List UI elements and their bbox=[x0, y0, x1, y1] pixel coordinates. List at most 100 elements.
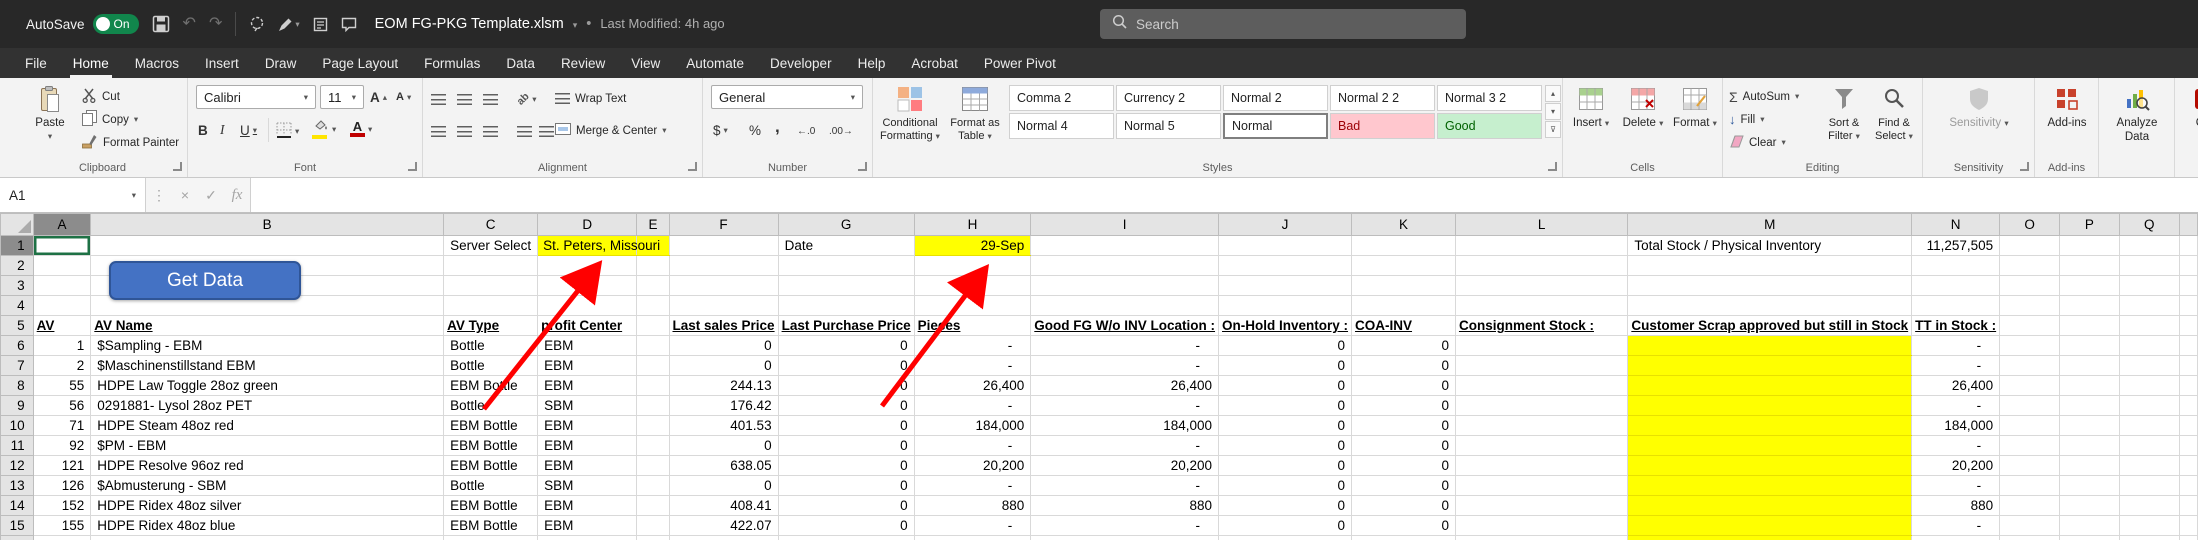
cell-P14[interactable] bbox=[2060, 496, 2120, 516]
row-header-9[interactable]: 9 bbox=[1, 396, 34, 416]
cell-L1[interactable] bbox=[1455, 236, 1627, 256]
cell-F15[interactable]: 422.07 bbox=[669, 516, 778, 536]
fill-color-button[interactable]: ▾ bbox=[312, 118, 336, 140]
cell-E6[interactable] bbox=[637, 336, 669, 356]
cell-K14[interactable]: 0 bbox=[1352, 496, 1456, 516]
cell-J3[interactable] bbox=[1219, 276, 1352, 296]
search-input[interactable] bbox=[1136, 17, 1454, 32]
cell-I9[interactable]: - bbox=[1031, 396, 1219, 416]
cell-O5[interactable] bbox=[2000, 316, 2060, 336]
cell-N16[interactable] bbox=[1912, 536, 2000, 540]
style-currency-2[interactable]: Currency 2 bbox=[1116, 85, 1221, 111]
row-header-2[interactable]: 2 bbox=[1, 256, 34, 276]
cell-K4[interactable] bbox=[1352, 296, 1456, 316]
cell-H6[interactable]: - bbox=[914, 336, 1031, 356]
cell-R6[interactable] bbox=[2179, 336, 2197, 356]
cell-I8[interactable]: 26,400 bbox=[1031, 376, 1219, 396]
cell-E7[interactable] bbox=[637, 356, 669, 376]
delete-cells-button[interactable]: Delete ▾ bbox=[1619, 84, 1667, 131]
cell-C5[interactable]: AV Type bbox=[444, 316, 538, 336]
cell-L3[interactable] bbox=[1455, 276, 1627, 296]
cell-G14[interactable]: 0 bbox=[778, 496, 914, 516]
confirm-entry-icon[interactable]: ✓ bbox=[198, 178, 224, 212]
cell-K16[interactable] bbox=[1352, 536, 1456, 540]
cell-O3[interactable] bbox=[2000, 276, 2060, 296]
cell-N5[interactable]: TT in Stock : bbox=[1912, 316, 2000, 336]
menu-tab-developer[interactable]: Developer bbox=[757, 48, 845, 78]
cell-B11[interactable]: $PM - EBM bbox=[91, 436, 444, 456]
cell-J4[interactable] bbox=[1219, 296, 1352, 316]
cell-Q1[interactable] bbox=[2119, 236, 2179, 256]
select-all-button[interactable] bbox=[1, 214, 34, 236]
cell-O11[interactable] bbox=[2000, 436, 2060, 456]
cell-N9[interactable]: - bbox=[1912, 396, 2000, 416]
column-header-l[interactable]: L bbox=[1455, 214, 1627, 236]
column-header-k[interactable]: K bbox=[1352, 214, 1456, 236]
cell-I14[interactable]: 880 bbox=[1031, 496, 1219, 516]
cell-J7[interactable]: 0 bbox=[1219, 356, 1352, 376]
cell-Q4[interactable] bbox=[2119, 296, 2179, 316]
row-header-5[interactable]: 5 bbox=[1, 316, 34, 336]
cell-I2[interactable] bbox=[1031, 256, 1219, 276]
cell-K3[interactable] bbox=[1352, 276, 1456, 296]
cell-K6[interactable]: 0 bbox=[1352, 336, 1456, 356]
cell-O14[interactable] bbox=[2000, 496, 2060, 516]
column-header-p[interactable]: P bbox=[2060, 214, 2120, 236]
cell-O16[interactable] bbox=[2000, 536, 2060, 540]
column-header-q[interactable]: Q bbox=[2119, 214, 2179, 236]
cell-M11[interactable] bbox=[1628, 436, 1912, 456]
cell-M12[interactable] bbox=[1628, 456, 1912, 476]
row-header-16[interactable]: 16 bbox=[1, 536, 34, 540]
cell-N11[interactable]: - bbox=[1912, 436, 2000, 456]
cell-L10[interactable] bbox=[1455, 416, 1627, 436]
get-data-button[interactable]: Get Data bbox=[109, 261, 301, 300]
cell-K2[interactable] bbox=[1352, 256, 1456, 276]
align-top-icon[interactable] bbox=[431, 88, 446, 110]
cell-J1[interactable] bbox=[1219, 236, 1352, 256]
font-color-button[interactable]: A▾ bbox=[350, 118, 372, 140]
cell-I5[interactable]: Good FG W/o INV Location : bbox=[1031, 316, 1219, 336]
cell-G13[interactable]: 0 bbox=[778, 476, 914, 496]
cell-F2[interactable] bbox=[669, 256, 778, 276]
format-as-table-button[interactable]: Format as Table ▾ bbox=[945, 84, 1005, 143]
find-select-button[interactable]: Find & Select ▾ bbox=[1871, 84, 1917, 143]
currency-format-button[interactable]: $▾ bbox=[713, 119, 728, 141]
cell-L8[interactable] bbox=[1455, 376, 1627, 396]
wrap-text-button[interactable]: Wrap Text bbox=[555, 88, 626, 109]
cell-N6[interactable]: - bbox=[1912, 336, 2000, 356]
cell-E12[interactable] bbox=[637, 456, 669, 476]
menu-tab-help[interactable]: Help bbox=[845, 48, 899, 78]
cell-Q6[interactable] bbox=[2119, 336, 2179, 356]
cell-H11[interactable]: - bbox=[914, 436, 1031, 456]
align-middle-icon[interactable] bbox=[457, 88, 472, 110]
cell-H7[interactable]: - bbox=[914, 356, 1031, 376]
cell-H12[interactable]: 20,200 bbox=[914, 456, 1031, 476]
cell-P9[interactable] bbox=[2060, 396, 2120, 416]
font-name-combo[interactable]: Calibri▾ bbox=[196, 85, 316, 109]
cancel-entry-icon[interactable]: × bbox=[172, 178, 198, 212]
cell-P2[interactable] bbox=[2060, 256, 2120, 276]
cell-J14[interactable]: 0 bbox=[1219, 496, 1352, 516]
cell-R15[interactable] bbox=[2179, 516, 2197, 536]
cell-F11[interactable]: 0 bbox=[669, 436, 778, 456]
style-normal-5[interactable]: Normal 5 bbox=[1116, 113, 1221, 139]
cell-K15[interactable]: 0 bbox=[1352, 516, 1456, 536]
cell-J2[interactable] bbox=[1219, 256, 1352, 276]
cell-P10[interactable] bbox=[2060, 416, 2120, 436]
formula-bar-splitter-icon[interactable]: ⋮ bbox=[146, 178, 172, 212]
menu-tab-acrobat[interactable]: Acrobat bbox=[898, 48, 971, 78]
comment-icon[interactable] bbox=[341, 17, 357, 32]
cell-D4[interactable] bbox=[538, 296, 637, 316]
cell-R5[interactable] bbox=[2179, 316, 2197, 336]
sort-filter-button[interactable]: Sort & Filter ▾ bbox=[1821, 84, 1867, 143]
cell-D11[interactable]: EBM bbox=[538, 436, 637, 456]
cell-F1[interactable] bbox=[669, 236, 778, 256]
cell-G7[interactable]: 0 bbox=[778, 356, 914, 376]
cell-K9[interactable]: 0 bbox=[1352, 396, 1456, 416]
conditional-formatting-button[interactable]: Conditional Formatting ▾ bbox=[877, 84, 943, 143]
cell-L13[interactable] bbox=[1455, 476, 1627, 496]
cell-R12[interactable] bbox=[2179, 456, 2197, 476]
cell-G1[interactable]: Date bbox=[778, 236, 914, 256]
cell-Q11[interactable] bbox=[2119, 436, 2179, 456]
cell-O13[interactable] bbox=[2000, 476, 2060, 496]
